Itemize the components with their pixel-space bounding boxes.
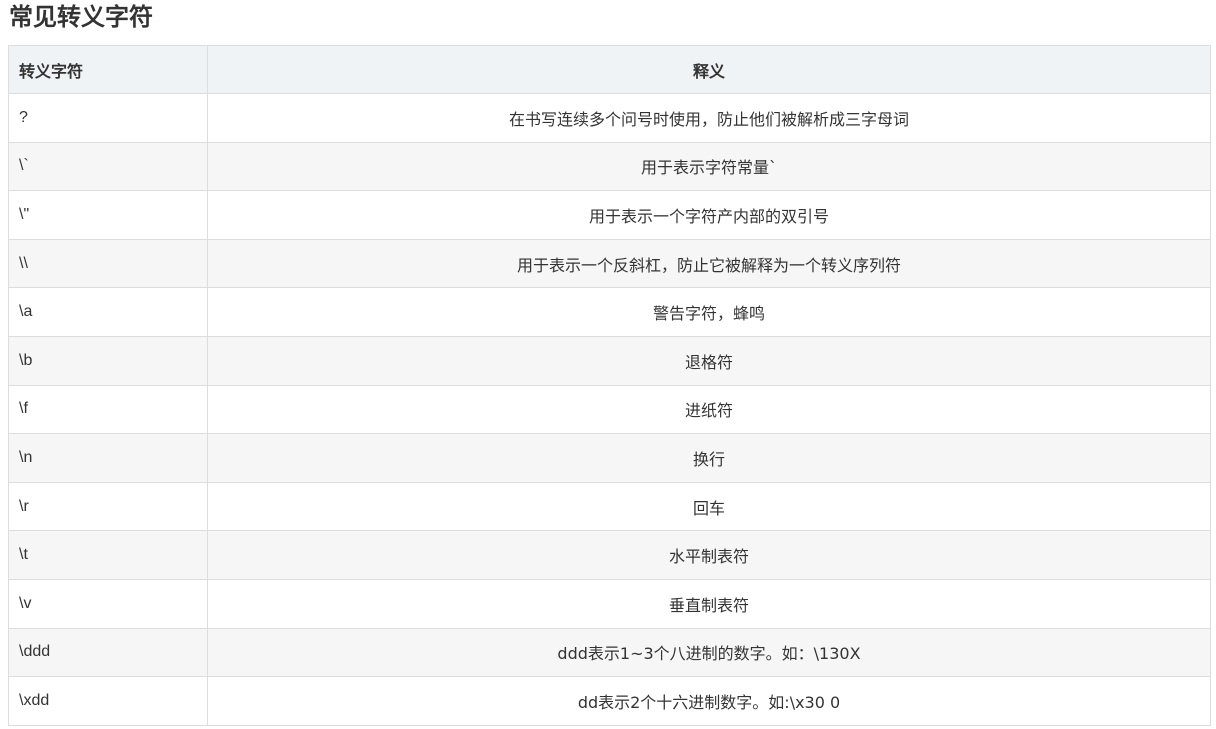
escape-char-cell: \xdd	[8, 676, 208, 726]
table-header-row: 转义字符 释义	[8, 45, 1211, 94]
meaning-cell: 进纸符	[207, 384, 1211, 435]
meaning-cell: 换行	[207, 433, 1211, 483]
escape-char-cell: \b	[8, 335, 208, 386]
column-header-escape-char: 转义字符	[8, 45, 208, 94]
table-row: \t 水平制表符	[8, 530, 1211, 580]
escape-char-cell: ?	[8, 93, 208, 143]
escape-char-cell: \a	[8, 287, 208, 337]
table-row: \a 警告字符，蜂鸣	[8, 287, 1211, 337]
meaning-cell: 警告字符，蜂鸣	[207, 287, 1211, 337]
column-header-meaning: 释义	[207, 45, 1211, 94]
meaning-cell: 退格符	[207, 335, 1211, 386]
escape-char-cell: \f	[8, 384, 208, 435]
escape-char-cell: \"	[8, 190, 208, 240]
meaning-cell: ddd表示1~3个八进制的数字。如：\130X	[207, 627, 1211, 678]
meaning-cell: 用于表示一个字符产内部的双引号	[207, 190, 1211, 240]
meaning-cell: 在书写连续多个问号时使用，防止他们被解析成三字母词	[207, 93, 1211, 143]
escape-character-table: 转义字符 释义 ? 在书写连续多个问号时使用，防止他们被解析成三字母词 \` 用…	[8, 45, 1211, 726]
table-row: \ddd ddd表示1~3个八进制的数字。如：\130X	[8, 627, 1211, 678]
table-row: \v 垂直制表符	[8, 578, 1211, 629]
table-row: \b 退格符	[8, 335, 1211, 386]
table-row: \xdd dd表示2个十六进制数字。如:\x30 0	[8, 676, 1211, 726]
escape-char-cell: \`	[8, 141, 208, 192]
escape-char-cell: \t	[8, 530, 208, 580]
table-row: ? 在书写连续多个问号时使用，防止他们被解析成三字母词	[8, 93, 1211, 143]
table-row: \\ 用于表示一个反斜杠，防止它被解释为一个转义序列符	[8, 238, 1211, 289]
escape-char-cell: \v	[8, 578, 208, 629]
page-title: 常见转义字符	[9, 3, 153, 31]
meaning-cell: dd表示2个十六进制数字。如:\x30 0	[207, 676, 1211, 726]
escape-char-cell: \\	[8, 238, 208, 289]
table-row: \` 用于表示字符常量`	[8, 141, 1211, 192]
escape-char-cell: \r	[8, 481, 208, 532]
meaning-cell: 水平制表符	[207, 530, 1211, 580]
escape-char-cell: \n	[8, 433, 208, 483]
meaning-cell: 用于表示字符常量`	[207, 141, 1211, 192]
meaning-cell: 用于表示一个反斜杠，防止它被解释为一个转义序列符	[207, 238, 1211, 289]
table-row: \r 回车	[8, 481, 1211, 532]
meaning-cell: 回车	[207, 481, 1211, 532]
table-row: \n 换行	[8, 433, 1211, 483]
table-row: \" 用于表示一个字符产内部的双引号	[8, 190, 1211, 240]
table-row: \f 进纸符	[8, 384, 1211, 435]
escape-char-cell: \ddd	[8, 627, 208, 678]
meaning-cell: 垂直制表符	[207, 578, 1211, 629]
